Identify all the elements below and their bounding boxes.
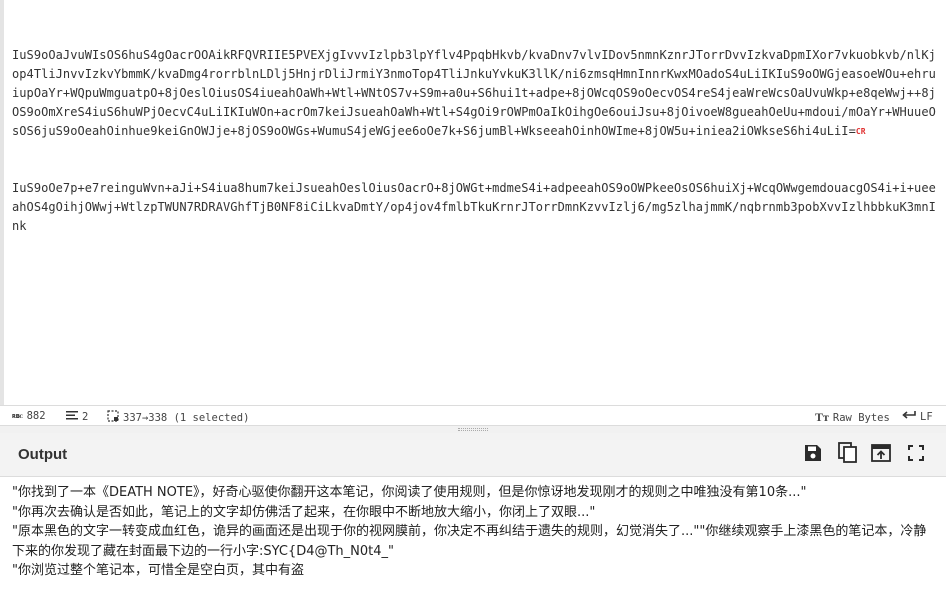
save-output-button[interactable] bbox=[800, 442, 826, 468]
pane-resize-handle[interactable] bbox=[0, 425, 946, 433]
maximise-output-button[interactable] bbox=[903, 442, 929, 468]
line-count-value: 2 bbox=[82, 410, 89, 423]
maximise-icon bbox=[908, 445, 924, 465]
input-pane[interactable]: IuS9oOaJvuWIsOS6huS4gOacrOOAikRFQVRIIE5P… bbox=[0, 0, 946, 405]
input-status-bar: ʀʙᴄ 882 2 337→338 (1 selected) Tт Raw By… bbox=[0, 405, 946, 425]
char-count: ʀʙᴄ 882 bbox=[12, 410, 46, 422]
output-text-area[interactable]: "你找到了一本《DEATH NOTE》，好奇心驱使你翻开这本笔记，你阅读了使用规… bbox=[0, 477, 946, 604]
encoding-value: Raw Bytes bbox=[832, 411, 890, 424]
replace-input-button[interactable] bbox=[868, 442, 894, 468]
input-line-1[interactable]: IuS9oOaJvuWIsOS6huS4gOacrOOAikRFQVRIIE5P… bbox=[12, 46, 942, 141]
replace-input-icon bbox=[871, 444, 891, 466]
return-arrow-icon bbox=[902, 410, 916, 423]
text-format-icon: Tт bbox=[815, 410, 829, 424]
input-line-1-text: IuS9oOaJvuWIsOS6huS4gOacrOOAikRFQVRIIE5P… bbox=[12, 48, 936, 138]
lines-icon bbox=[66, 410, 78, 423]
grip-icon bbox=[458, 428, 488, 431]
carriage-return-marker: CR bbox=[855, 127, 866, 136]
selection-icon bbox=[107, 410, 119, 425]
selection-info: 337→338 (1 selected) bbox=[107, 410, 249, 425]
copy-output-button[interactable] bbox=[835, 442, 861, 468]
input-line-2[interactable]: IuS9oOe7p+e7reinguWvn+aJi+S4iua8hum7keiJ… bbox=[12, 179, 942, 236]
output-header: Output bbox=[0, 433, 946, 477]
line-count: 2 bbox=[66, 410, 88, 423]
copy-icon bbox=[838, 442, 858, 468]
eol-selector[interactable]: LF bbox=[902, 410, 933, 423]
rbc-icon: ʀʙᴄ bbox=[12, 412, 23, 420]
selection-value: 337→338 (1 selected) bbox=[123, 411, 250, 424]
eol-value: LF bbox=[920, 410, 933, 423]
encoding-selector[interactable]: Tт Raw Bytes bbox=[815, 410, 890, 425]
input-text-area[interactable]: IuS9oOaJvuWIsOS6huS4gOacrOOAikRFQVRIIE5P… bbox=[12, 8, 942, 274]
output-title: Output bbox=[18, 446, 68, 463]
char-count-value: 882 bbox=[26, 410, 46, 422]
save-icon bbox=[804, 444, 822, 466]
